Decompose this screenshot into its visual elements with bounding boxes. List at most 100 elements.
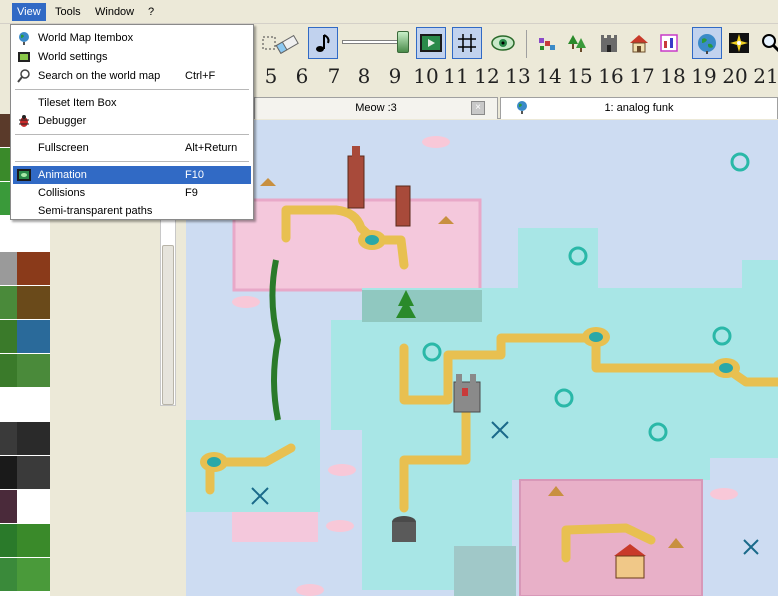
menu-item-shortcut: F9 (185, 187, 198, 199)
magnifier-icon (17, 69, 31, 83)
tileset-tile[interactable] (17, 252, 50, 285)
animation-icon (17, 168, 31, 182)
menu-separator (15, 134, 249, 135)
tileset-tile[interactable] (0, 490, 17, 523)
music-note-icon[interactable] (308, 27, 338, 59)
tileset-tile[interactable] (0, 286, 17, 319)
menu-item-world-map-itembox[interactable]: World Map Itembox (13, 29, 251, 47)
layer-11[interactable]: 11 (441, 64, 471, 88)
menu-item-label: Semi-transparent paths (38, 205, 153, 217)
menu-item-world-settings[interactable]: World settings (13, 48, 251, 66)
music-box-icon[interactable] (654, 27, 684, 59)
menu-item-collisions[interactable]: Collisions F9 (13, 184, 251, 202)
tab-label: Meow :3 (355, 102, 397, 114)
layer-17[interactable]: 17 (627, 64, 657, 88)
layer-number-bar: 5 6 7 8 9 10 11 12 13 14 15 16 17 18 19 … (254, 62, 778, 92)
tileset-tile[interactable] (17, 354, 50, 387)
castle-icon[interactable] (594, 27, 624, 59)
grid-icon[interactable] (452, 27, 482, 59)
tileset-tile[interactable] (17, 456, 50, 489)
tileset-tile[interactable] (17, 286, 50, 319)
layer-6[interactable]: 6 (287, 64, 317, 88)
menu-view[interactable]: View (12, 3, 46, 21)
menu-window[interactable]: Window (90, 3, 139, 21)
layer-7[interactable]: 7 (319, 64, 349, 88)
layer-10[interactable]: 10 (411, 64, 441, 88)
menu-item-search-world-map[interactable]: Search on the world map Ctrl+F (13, 67, 251, 85)
world-map-canvas[interactable] (186, 120, 778, 596)
menu-item-label: Debugger (38, 115, 87, 127)
tileset-tile[interactable] (0, 320, 17, 353)
menu-item-tileset-item-box[interactable]: Tileset Item Box (13, 94, 251, 112)
tileset-tile[interactable] (17, 422, 50, 455)
world-globe-icon[interactable] (692, 27, 722, 59)
menu-item-semi-transparent-paths[interactable]: Semi-transparent paths (13, 202, 251, 220)
menu-item-shortcut: Ctrl+F (185, 70, 216, 82)
tileset-tile[interactable] (0, 252, 17, 285)
menu-item-label: Fullscreen (38, 142, 89, 154)
volume-slider-track[interactable] (342, 40, 402, 44)
tab-analog-funk[interactable]: 1: analog funk (500, 97, 778, 119)
toolbar-separator (526, 30, 527, 58)
layer-13[interactable]: 13 (503, 64, 533, 88)
tileset-tile[interactable] (0, 422, 17, 455)
menu-item-shortcut: Alt+Return (185, 142, 238, 154)
menu-item-shortcut: F10 (185, 169, 204, 181)
menu-item-label: World settings (38, 51, 108, 63)
tileset-tile[interactable] (17, 320, 50, 353)
layer-14[interactable]: 14 (534, 64, 564, 88)
menu-bar: View Tools Window ? (0, 0, 778, 24)
map-tab-bar: Meow :3 × 1: analog funk (254, 95, 778, 119)
menu-item-debugger[interactable]: Debugger (13, 112, 251, 130)
menu-item-label: Collisions (38, 187, 86, 199)
tileset-tile[interactable] (17, 524, 50, 557)
close-icon[interactable]: × (471, 101, 485, 115)
menu-item-label: Animation (38, 169, 87, 181)
layer-20[interactable]: 20 (720, 64, 750, 88)
menu-item-label: Tileset Item Box (38, 97, 117, 109)
frozen-pool (454, 546, 516, 596)
eye-icon[interactable] (488, 27, 518, 59)
layer-21[interactable]: 21 (751, 64, 778, 88)
layer-15[interactable]: 15 (565, 64, 595, 88)
tileset-tile[interactable] (0, 524, 17, 557)
play-animation-icon[interactable] (416, 27, 446, 59)
tab-meow[interactable]: Meow :3 × (254, 97, 498, 119)
tileset-tile[interactable] (0, 354, 17, 387)
search-icon[interactable] (756, 27, 778, 59)
menu-help[interactable]: ? (143, 3, 159, 21)
view-menu-dropdown: World Map Itembox World settings Search … (10, 24, 254, 220)
globe-icon (515, 100, 529, 121)
layer-9[interactable]: 9 (380, 64, 410, 88)
eraser-icon[interactable] (272, 27, 302, 59)
menu-item-label: World Map Itembox (38, 32, 134, 44)
menu-separator (15, 89, 249, 90)
tab-label: 1: analog funk (604, 102, 674, 114)
tileset-tile[interactable] (17, 558, 50, 591)
menu-item-fullscreen[interactable]: Fullscreen Alt+Return (13, 139, 251, 157)
tileset-tile[interactable] (0, 558, 17, 591)
globe-icon (17, 31, 31, 45)
layer-12[interactable]: 12 (472, 64, 502, 88)
layer-5[interactable]: 5 (256, 64, 286, 88)
tileset-tile[interactable] (17, 490, 50, 523)
layer-19[interactable]: 19 (689, 64, 719, 88)
layer-8[interactable]: 8 (349, 64, 379, 88)
menu-separator (15, 161, 249, 162)
volume-slider-thumb[interactable] (397, 31, 409, 53)
menu-tools[interactable]: Tools (50, 3, 86, 21)
layer-18[interactable]: 18 (658, 64, 688, 88)
scrollbar-thumb[interactable] (162, 245, 174, 405)
bug-icon (17, 114, 31, 128)
house-icon[interactable] (624, 27, 654, 59)
bench-icon[interactable] (532, 27, 562, 59)
stone-pipe (392, 516, 416, 542)
tileset-tile[interactable] (0, 456, 17, 489)
layer-16[interactable]: 16 (596, 64, 626, 88)
film-icon (17, 50, 31, 64)
toolbar (254, 24, 778, 62)
sparkle-icon[interactable] (724, 27, 754, 59)
tree-icon[interactable] (562, 27, 592, 59)
menu-item-animation[interactable]: Animation F10 (13, 166, 251, 184)
menu-item-label: Search on the world map (38, 70, 161, 82)
